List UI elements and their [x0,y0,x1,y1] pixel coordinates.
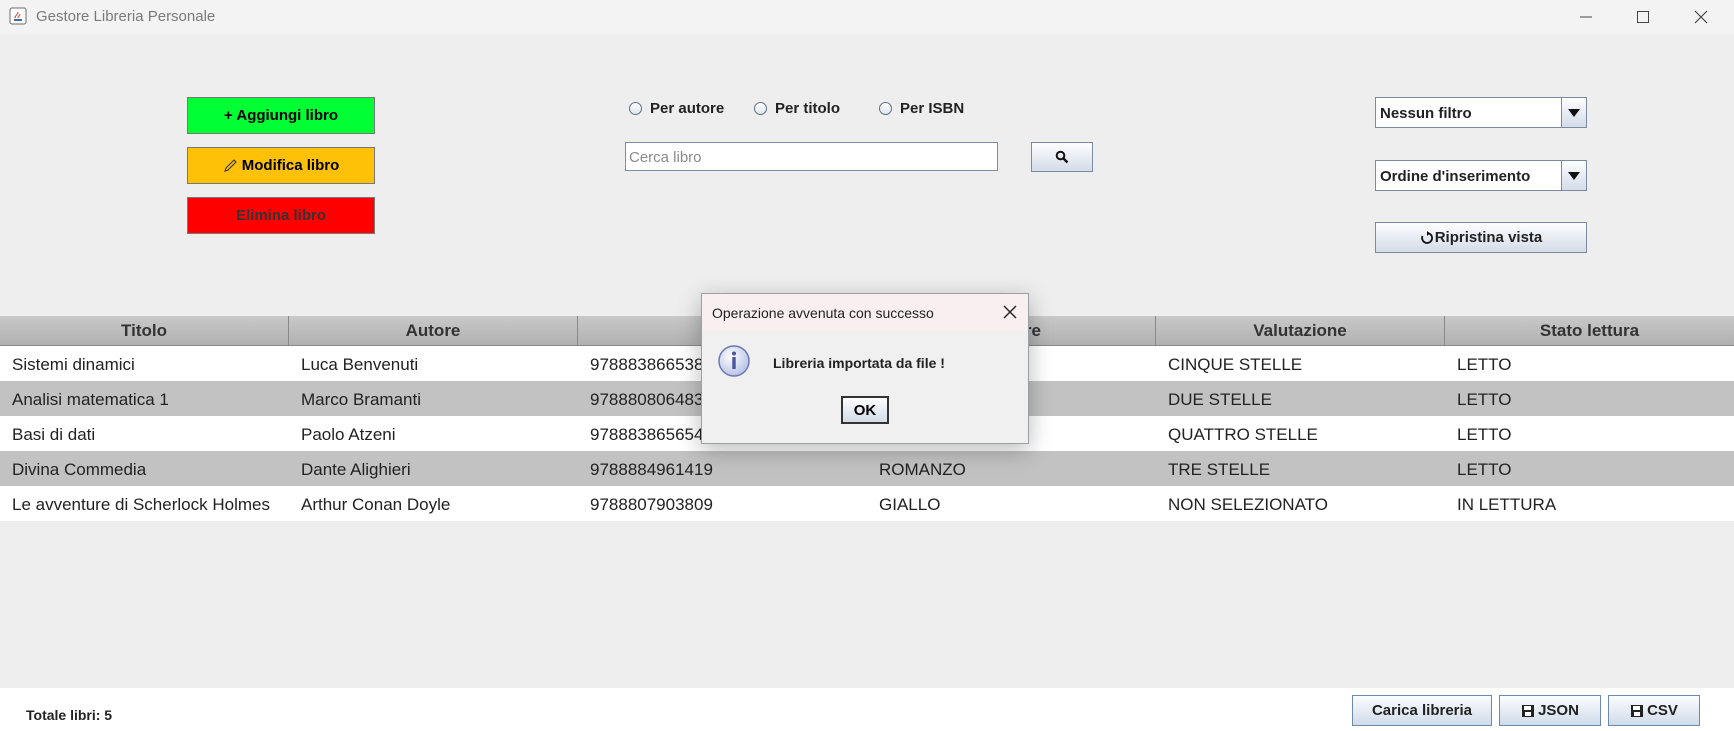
dialog-title: Operazione avvenuta con successo [712,305,934,321]
sort-selected-value: Ordine d'inserimento [1380,168,1531,185]
search-input[interactable]: Cerca libro [625,142,998,171]
floppy-disk-icon [1631,704,1644,717]
cell-reading-status: LETTO [1457,425,1512,444]
radio-circle-icon [629,102,642,115]
ok-button[interactable]: OK [841,396,889,424]
cell-genre: ROMANZO [879,460,966,479]
dialog-close-icon[interactable] [1002,304,1018,320]
cell-isbn: 9788884961419 [590,460,713,479]
column-header-author[interactable]: Autore [289,316,578,345]
cell-author: Dante Alighieri [301,460,411,479]
cell-reading-status: LETTO [1457,390,1512,409]
edit-book-button[interactable]: Modifica libro [187,147,375,184]
cell-genre: GIALLO [879,495,941,514]
pencil-icon [223,158,237,172]
cell-reading-status: LETTO [1457,355,1512,374]
cell-rating: DUE STELLE [1168,390,1272,409]
cell-title: Analisi matematica 1 [12,390,169,409]
refresh-icon [1420,230,1433,244]
radio-by-isbn[interactable]: Per ISBN [879,100,964,117]
column-header-title[interactable]: Titolo [0,316,289,345]
maximize-button[interactable] [1614,0,1672,34]
cell-reading-status: LETTO [1457,460,1512,479]
chevron-down-icon[interactable] [1561,98,1586,127]
cell-author: Paolo Atzeni [301,425,396,444]
success-dialog: Operazione avvenuta con successo Libreri… [701,293,1029,444]
info-icon [718,345,750,377]
delete-book-label: Elimina libro [235,207,326,224]
export-json-label: JSON [1538,702,1579,719]
close-button[interactable] [1672,0,1730,34]
cell-rating: TRE STELLE [1168,460,1271,479]
cell-rating: QUATTRO STELLE [1168,425,1318,444]
close-icon [1694,10,1708,24]
export-csv-label: CSV [1647,702,1678,719]
cell-author: Marco Bramanti [301,390,421,409]
delete-book-button[interactable]: Elimina libro [187,197,375,234]
filter-dropdown[interactable]: Nessun filtro [1375,97,1587,128]
radio-title-label: Per titolo [775,100,841,117]
filter-selected-value: Nessun filtro [1380,105,1472,122]
load-library-label: Carica libreria [1371,702,1473,719]
java-app-icon [9,7,27,25]
column-header-reading-status[interactable]: Stato lettura [1445,316,1734,345]
search-button[interactable] [1031,142,1093,172]
total-books-label: Totale libri: 5 [26,707,113,723]
cell-rating: NON SELEZIONATO [1168,495,1328,514]
chevron-down-icon[interactable] [1561,161,1586,190]
export-csv-button[interactable]: CSV [1608,695,1700,726]
load-library-button[interactable]: Carica libreria [1352,695,1492,726]
floppy-disk-icon [1522,704,1535,717]
search-placeholder: Cerca libro [629,149,702,166]
table-row[interactable]: Le avventure di Scherlock Holmes Arthur … [0,486,1734,521]
cell-reading-status: IN LETTURA [1457,495,1557,514]
window-title: Gestore Libreria Personale [36,8,216,25]
add-book-label: + Aggiungi libro [223,107,339,124]
radio-isbn-label: Per ISBN [900,100,965,117]
column-header-rating[interactable]: Valutazione [1156,316,1445,345]
cell-title: Basi di dati [12,425,96,444]
minimize-button[interactable] [1557,0,1615,34]
search-icon [1055,150,1069,164]
minimize-icon [1580,16,1592,18]
dialog-message: Libreria importata da file ! [773,355,945,371]
cell-author: Luca Benvenuti [301,355,419,374]
radio-circle-icon [754,102,767,115]
export-json-button[interactable]: JSON [1499,695,1601,726]
cell-rating: CINQUE STELLE [1168,355,1303,374]
radio-author-label: Per autore [650,100,725,117]
cell-title: Sistemi dinamici [12,355,135,374]
edit-book-label: Modifica libro [241,157,340,174]
radio-circle-icon [879,102,892,115]
radio-by-author[interactable]: Per autore [629,100,724,117]
sort-dropdown[interactable]: Ordine d'inserimento [1375,160,1587,191]
cell-title: Le avventure di Scherlock Holmes [12,495,270,514]
cell-title: Divina Commedia [12,460,147,479]
cell-author: Arthur Conan Doyle [301,495,451,514]
title-bar [0,0,1734,34]
cell-isbn: 9788807903809 [590,495,713,514]
radio-by-title[interactable]: Per titolo [754,100,840,117]
maximize-icon [1637,11,1649,23]
reset-view-label: Ripristina vista [1434,229,1543,246]
add-book-button[interactable]: + Aggiungi libro [187,97,375,134]
reset-view-button[interactable]: Ripristina vista [1375,222,1587,253]
table-row[interactable]: Divina Commedia Dante Alighieri 97888849… [0,451,1734,486]
